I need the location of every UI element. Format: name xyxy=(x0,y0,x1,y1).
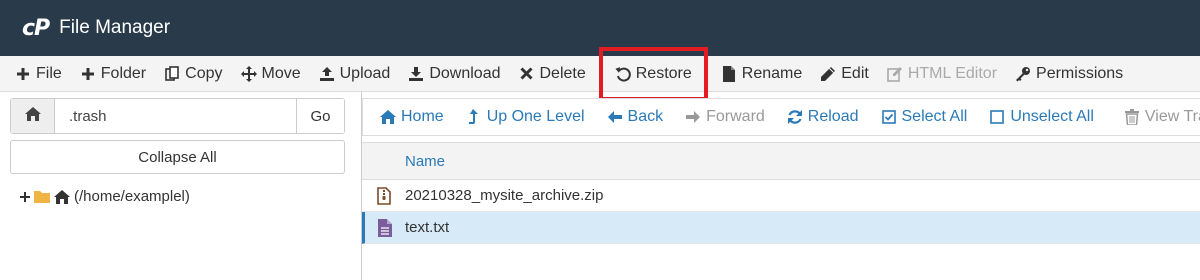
edit-square-icon xyxy=(887,66,903,82)
download-label: Download xyxy=(429,64,501,82)
permissions-label: Permissions xyxy=(1036,64,1124,82)
restore-button[interactable]: Restore xyxy=(598,46,708,101)
copy-icon xyxy=(164,65,180,82)
go-button[interactable]: Go xyxy=(296,99,344,133)
table-row[interactable]: text.txt xyxy=(362,212,1200,244)
select-all-label: Select All xyxy=(901,108,968,125)
back-label: Back xyxy=(627,108,664,125)
restore-label: Restore xyxy=(635,64,692,82)
plus-icon xyxy=(15,66,31,82)
download-icon xyxy=(408,66,424,82)
home-nav-button[interactable]: Home xyxy=(369,99,455,135)
arrow-left-icon xyxy=(607,109,623,125)
column-header-name[interactable]: Name xyxy=(362,142,1200,180)
new-file-label: File xyxy=(36,64,62,82)
tree-root-label: (/home/examplel) xyxy=(74,188,190,205)
new-folder-button[interactable]: Folder xyxy=(71,59,155,89)
file-icon xyxy=(721,65,737,82)
view-trash-button[interactable]: View Tras xyxy=(1113,99,1200,135)
home-icon xyxy=(54,189,70,204)
up-one-level-label: Up One Level xyxy=(486,108,585,125)
forward-label: Forward xyxy=(706,108,765,125)
tree-root-item[interactable]: (/home/examplel) xyxy=(20,188,190,205)
move-label: Move xyxy=(261,64,301,82)
checkbox-checked-icon xyxy=(881,109,897,125)
view-trash-label: View Tras xyxy=(1144,108,1200,125)
delete-label: Delete xyxy=(539,64,586,82)
permissions-button[interactable]: Permissions xyxy=(1006,59,1132,89)
upload-button[interactable]: Upload xyxy=(310,59,400,89)
home-icon xyxy=(380,109,396,125)
navigation-bar: Home Up One Level Back Forward Reload Se… xyxy=(362,98,1200,136)
path-bar: Go xyxy=(10,98,345,134)
level-up-icon xyxy=(466,109,482,125)
rename-button[interactable]: Rename xyxy=(712,59,811,89)
new-file-button[interactable]: File xyxy=(6,59,71,89)
trash-icon xyxy=(1124,109,1140,125)
new-folder-label: Folder xyxy=(100,64,147,82)
refresh-icon xyxy=(787,109,803,125)
file-name: 20210328_mysite_archive.zip xyxy=(405,187,604,204)
directory-panel: Go Collapse All (/home/examplel) xyxy=(0,92,356,280)
download-button[interactable]: Download xyxy=(399,59,509,89)
close-x-icon xyxy=(518,66,534,82)
home-icon xyxy=(24,106,41,126)
edit-button[interactable]: Edit xyxy=(811,59,878,89)
pencil-icon xyxy=(820,66,836,82)
copy-button[interactable]: Copy xyxy=(155,59,231,89)
up-one-level-button[interactable]: Up One Level xyxy=(455,99,596,135)
edit-label: Edit xyxy=(841,64,869,82)
back-button[interactable]: Back xyxy=(596,99,675,135)
cpanel-logo: cP xyxy=(22,15,50,41)
file-name: text.txt xyxy=(405,219,450,236)
rename-label: Rename xyxy=(741,64,803,82)
upload-label: Upload xyxy=(339,64,391,82)
file-table: Name 20210328_mysite_archive.zip text.tx… xyxy=(362,142,1200,244)
path-input[interactable] xyxy=(55,99,296,133)
zip-file-icon xyxy=(362,186,405,205)
arrow-right-icon xyxy=(685,109,701,125)
undo-icon xyxy=(615,66,631,82)
expand-plus-icon[interactable] xyxy=(20,191,30,202)
home-nav-label: Home xyxy=(401,108,444,125)
upload-icon xyxy=(319,66,335,82)
plus-icon xyxy=(80,66,96,82)
folder-icon xyxy=(34,190,50,203)
checkbox-empty-icon xyxy=(989,109,1005,125)
move-arrows-icon xyxy=(240,65,257,82)
reload-label: Reload xyxy=(807,108,859,125)
key-icon xyxy=(1015,66,1031,82)
select-all-button[interactable]: Select All xyxy=(870,99,979,135)
delete-button[interactable]: Delete xyxy=(509,59,594,89)
table-row[interactable]: 20210328_mysite_archive.zip xyxy=(362,180,1200,212)
forward-button[interactable]: Forward xyxy=(674,99,776,135)
reload-button[interactable]: Reload xyxy=(776,99,870,135)
home-directory-button[interactable] xyxy=(11,99,55,133)
column-header-name-label: Name xyxy=(405,152,446,170)
page-title: File Manager xyxy=(59,17,171,38)
collapse-all-button[interactable]: Collapse All xyxy=(10,140,345,174)
app-header: cP File Manager xyxy=(0,0,1200,56)
unselect-all-label: Unselect All xyxy=(1010,108,1094,125)
toolbar: File Folder Copy Move Upload Download De… xyxy=(0,46,1200,101)
html-editor-label: HTML Editor xyxy=(907,64,998,82)
copy-label: Copy xyxy=(185,64,223,82)
html-editor-button[interactable]: HTML Editor xyxy=(878,59,1006,89)
unselect-all-button[interactable]: Unselect All xyxy=(978,99,1105,135)
text-file-icon xyxy=(365,218,405,237)
move-button[interactable]: Move xyxy=(232,59,310,89)
